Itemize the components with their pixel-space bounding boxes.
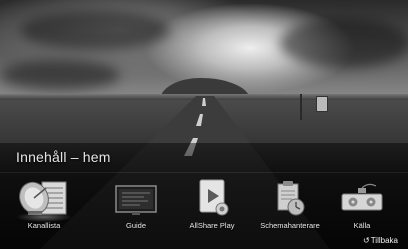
menu-item-kalla[interactable]: Källa [320,176,404,234]
return-arrow-icon: ↺ [363,236,370,245]
background-cloud [0,60,120,90]
menu-item-label: Källa [353,221,371,230]
menu-item-label: AllShare Play [189,221,235,230]
background-pole [300,94,302,120]
menu-item-allshare-play[interactable]: AllShare Play [170,176,254,234]
back-button[interactable]: ↺ Tillbaka [363,236,398,245]
background-cloud [20,10,170,50]
background-cloud [280,18,408,68]
menu-item-guide[interactable]: Guide [94,176,178,234]
back-label: Tillbaka [370,236,398,245]
tv-guide-icon [94,178,178,218]
menu-item-kanallista[interactable]: Kanallista [2,176,86,234]
smart-hub-screen: Innehåll – hem Kanallista Guide AllShare… [0,0,408,249]
page-title: Innehåll – hem [16,149,111,165]
divider [0,172,408,173]
menu-item-label: Kanallista [27,221,61,230]
background-road-sign [316,96,328,112]
menu-items: Kanallista Guide AllShare Play Schemahan… [0,176,408,236]
menu-item-label: Guide [125,221,146,230]
source-devices-icon [320,178,404,218]
satellite-dish-channel-list-icon [2,178,86,222]
allshare-play-icon [170,178,254,218]
